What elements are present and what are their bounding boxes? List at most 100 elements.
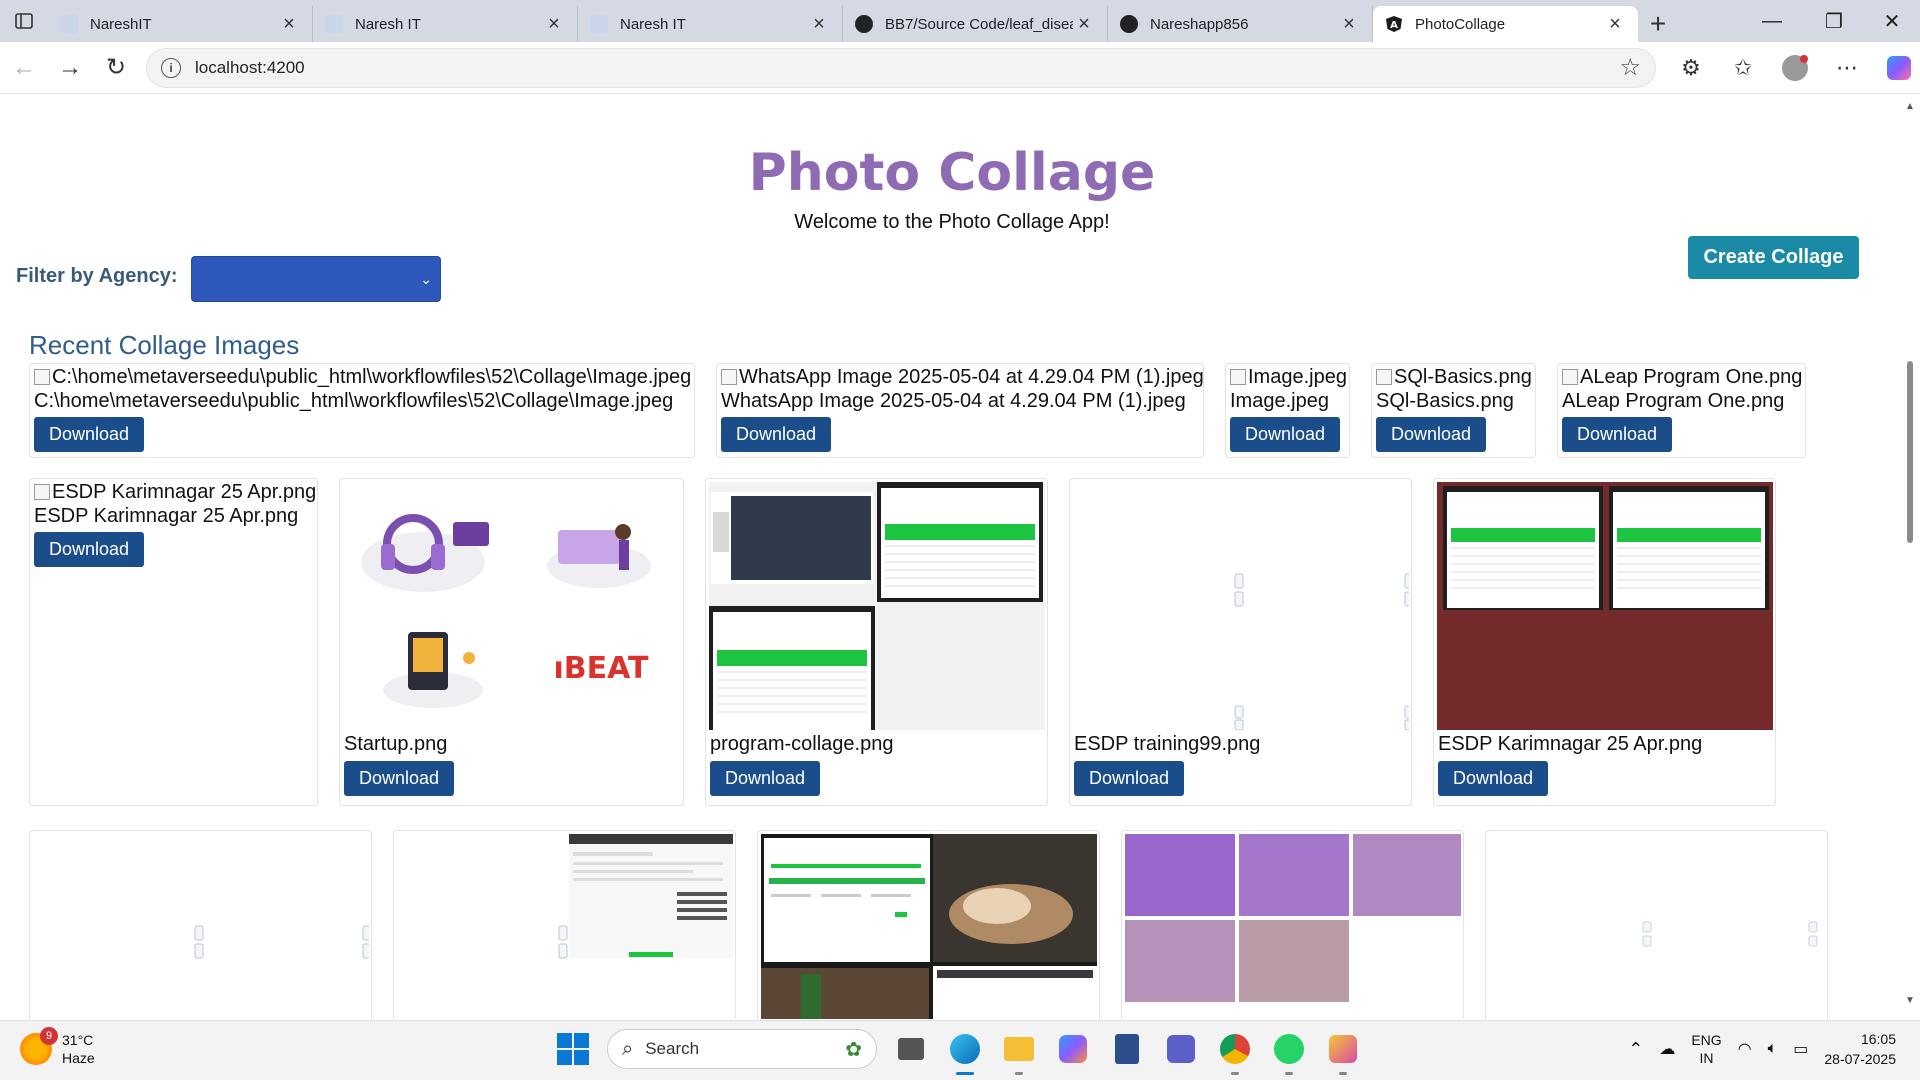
browser-tab[interactable]: Naresh IT ×	[313, 6, 578, 42]
image-caption: program-collage.png	[710, 733, 894, 755]
broken-image-icon	[34, 369, 50, 385]
collage-card	[393, 830, 736, 1019]
tab-actions-button[interactable]	[0, 0, 48, 42]
reload-icon[interactable]: ↻	[94, 46, 138, 90]
image-caption: ESDP training99.png	[1074, 733, 1261, 755]
collage-thumbnail[interactable]	[397, 834, 733, 1019]
back-icon[interactable]: ←	[2, 46, 46, 90]
collage-thumbnail[interactable]	[1489, 834, 1825, 1019]
collage-image	[397, 834, 733, 1019]
browser-tab[interactable]: NareshIT ×	[48, 6, 313, 42]
browser-tab-active[interactable]: A PhotoCollage ×	[1373, 6, 1638, 42]
page-scrollbar[interactable]: ▲ ▼	[1900, 95, 1920, 1019]
collage-card	[757, 830, 1100, 1019]
favorites-icon[interactable]: ✩	[1724, 49, 1762, 87]
download-button[interactable]: Download	[34, 532, 145, 567]
address-bar[interactable]: i localhost:4200 ☆	[146, 47, 1656, 88]
collage-card: Image.jpeg Image.jpeg Download	[1225, 363, 1350, 458]
file-explorer-icon[interactable]	[999, 1029, 1039, 1075]
windows-taskbar: 9 31°C Haze ⌕ Search ✿ ⌃ ☁ ENG IN ◠ 🔈︎ ▭…	[0, 1020, 1920, 1080]
collage-card: WhatsApp Image 2025-05-04 at 4.29.04 PM …	[716, 363, 1204, 458]
chrome-icon[interactable]	[1215, 1029, 1255, 1075]
tab-title: Naresh IT	[355, 15, 421, 33]
agency-filter-select[interactable]: ⌄	[191, 256, 441, 302]
close-tab-icon[interactable]: ×	[278, 13, 300, 35]
scroll-down-arrow-icon[interactable]: ▼	[1904, 995, 1916, 1006]
volume-icon[interactable]: 🔈︎	[1768, 1040, 1778, 1058]
close-tab-icon[interactable]: ×	[1604, 13, 1626, 35]
copilot-app-icon[interactable]	[1053, 1029, 1093, 1069]
restore-icon[interactable]: ❐	[1806, 0, 1862, 42]
welcome-text: Welcome to the Photo Collage App!	[794, 211, 1110, 233]
more-menu-icon[interactable]: ⋯	[1828, 49, 1866, 87]
naresh-favicon-icon	[590, 15, 608, 33]
collage-thumbnail[interactable]	[709, 482, 1045, 730]
collage-card: ESDP training99.png Download	[1069, 478, 1412, 806]
collage-thumbnail[interactable]	[1073, 482, 1409, 730]
tab-strip: NareshIT × Naresh IT × Naresh IT × BB7/S…	[0, 0, 1920, 42]
close-tab-icon[interactable]: ×	[1338, 13, 1360, 35]
extensions-icon[interactable]: ⚙	[1672, 49, 1710, 87]
collage-thumbnail[interactable]	[33, 834, 369, 1019]
scroll-up-arrow-icon[interactable]: ▲	[1904, 101, 1916, 112]
collage-thumbnail[interactable]: ıBEAT	[343, 482, 681, 730]
browser-tab[interactable]: BB7/Source Code/leaf_disea ×	[843, 6, 1108, 42]
broken-image-icon	[1230, 369, 1246, 385]
language-indicator[interactable]: ENG	[1691, 1031, 1721, 1049]
snipping-tool-icon[interactable]	[1323, 1029, 1363, 1075]
clock-time: 16:05	[1860, 1031, 1896, 1047]
edge-browser-icon[interactable]	[945, 1029, 985, 1075]
battery-icon[interactable]: ▭	[1793, 1039, 1808, 1059]
favorite-star-icon[interactable]: ☆	[1619, 53, 1641, 82]
create-collage-button[interactable]: Create Collage	[1688, 236, 1859, 279]
scrollbar-thumb[interactable]	[1907, 361, 1913, 543]
system-clock[interactable]: 16:05 28-07-2025	[1824, 1029, 1896, 1069]
github-icon	[855, 15, 873, 33]
collage-card: program-collage.png Download	[705, 478, 1048, 806]
download-button[interactable]: Download	[1562, 417, 1673, 452]
minimize-icon[interactable]: —	[1744, 0, 1800, 42]
download-button[interactable]: Download	[1438, 761, 1549, 796]
site-info-icon[interactable]: i	[161, 57, 181, 78]
close-window-icon[interactable]: ✕	[1864, 0, 1920, 42]
start-button[interactable]	[553, 1029, 593, 1069]
download-button[interactable]: Download	[710, 761, 821, 796]
image-caption: ESDP Karimnagar 25 Apr.png	[1438, 733, 1703, 755]
image-caption: SQl-Basics.png	[1376, 390, 1514, 412]
browser-tab[interactable]: Naresh IT ×	[578, 6, 843, 42]
broken-image-icon	[34, 484, 50, 500]
profile-avatar[interactable]	[1776, 49, 1814, 87]
document-app-icon[interactable]	[1107, 1029, 1147, 1069]
close-tab-icon[interactable]: ×	[543, 13, 565, 35]
download-button[interactable]: Download	[1376, 417, 1487, 452]
collage-thumbnail[interactable]	[1125, 834, 1461, 1019]
collage-thumbnail[interactable]	[1437, 482, 1773, 730]
image-alt-text: ALeap Program One.png	[1562, 366, 1802, 389]
region-indicator: IN	[1699, 1050, 1714, 1066]
collage-thumbnail[interactable]	[761, 834, 1097, 1019]
forward-icon[interactable]: →	[48, 46, 92, 90]
close-tab-icon[interactable]: ×	[808, 13, 830, 35]
download-button[interactable]: Download	[1074, 761, 1185, 796]
copilot-icon[interactable]	[1880, 49, 1918, 87]
weather-widget[interactable]: 9 31°C Haze	[20, 1027, 95, 1067]
download-button[interactable]: Download	[344, 761, 455, 796]
new-tab-button[interactable]: +	[1638, 6, 1678, 42]
wifi-icon[interactable]: ◠	[1738, 1039, 1752, 1059]
whatsapp-icon[interactable]	[1269, 1029, 1309, 1075]
download-button[interactable]: Download	[34, 417, 145, 452]
taskbar-search[interactable]: ⌕ Search ✿	[607, 1029, 877, 1069]
collage-card: ESDP Karimnagar 25 Apr.png ESDP Karimnag…	[29, 478, 318, 806]
search-highlight-icon: ✿	[845, 1038, 862, 1061]
search-placeholder: Search	[645, 1039, 700, 1058]
teams-icon[interactable]	[1161, 1029, 1201, 1069]
download-button[interactable]: Download	[1230, 417, 1341, 452]
close-tab-icon[interactable]: ×	[1073, 13, 1095, 35]
tab-title: PhotoCollage	[1415, 15, 1506, 33]
task-view-icon[interactable]	[891, 1029, 931, 1069]
download-button[interactable]: Download	[721, 417, 832, 452]
browser-tab[interactable]: Nareshapp856 ×	[1108, 6, 1373, 42]
onedrive-icon[interactable]: ☁	[1659, 1039, 1675, 1059]
chevron-up-icon[interactable]: ⌃	[1628, 1039, 1643, 1060]
esdp-training-image	[1073, 482, 1409, 730]
